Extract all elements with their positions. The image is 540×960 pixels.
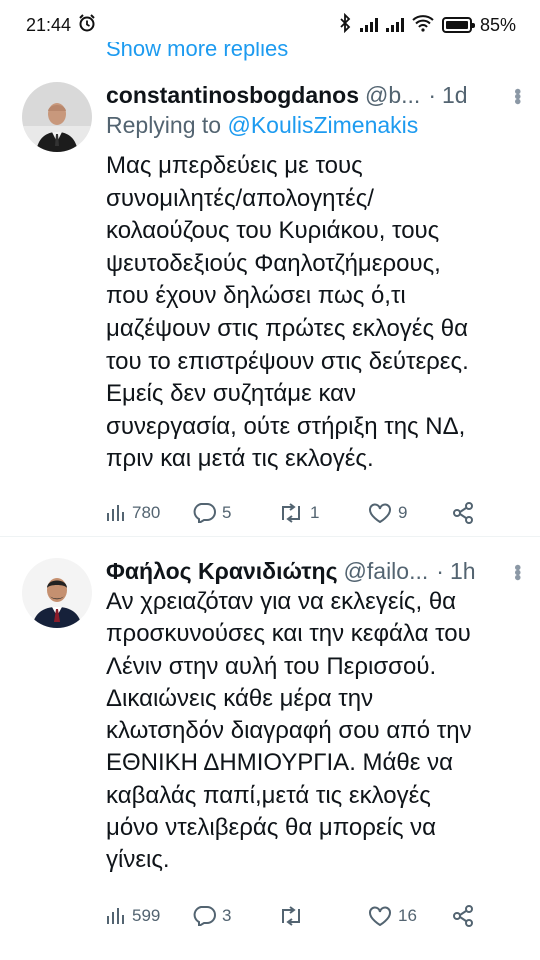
- tweet-text-line: κλωτσηδόν διαγραφή σου από την: [106, 717, 472, 745]
- views-button[interactable]: 599: [106, 906, 160, 926]
- like-count: 16: [398, 906, 417, 925]
- separator-dot: ·: [436, 557, 444, 584]
- retweet-icon: [282, 906, 300, 926]
- like-count: 9: [398, 503, 408, 522]
- share-button[interactable]: [452, 905, 474, 927]
- tweet-time[interactable]: 1h: [450, 558, 476, 585]
- retweet-button[interactable]: [278, 906, 310, 926]
- status-time: 21:44: [26, 14, 72, 35]
- reply-icon: [193, 503, 216, 523]
- like-button[interactable]: 16: [368, 906, 417, 926]
- tweet-text-line: προσκυνούσες και την κεφάλα του: [106, 620, 471, 648]
- reply-button[interactable]: 5: [192, 503, 231, 523]
- views-icon: [107, 505, 124, 521]
- alarm-icon: [77, 13, 97, 38]
- tweet-text-line: Μας μπερδεύεις με τους: [106, 152, 363, 179]
- author-handle[interactable]: @failo...: [344, 558, 429, 585]
- tweet-text-line: Λένιν στην αυλή του Περισσού.: [106, 652, 437, 680]
- views-icon: [107, 908, 124, 924]
- reply-icon: [193, 906, 216, 926]
- tweet-text-line: Εμείς δεν συζητάμε καν: [106, 380, 357, 408]
- tweet-text-line: μαζέψουν στις πρώτες εκλογές θα: [106, 314, 468, 342]
- avatar[interactable]: [22, 82, 92, 152]
- tweet-text-line: καβαλάς παπί,μετά τις εκλογές: [106, 781, 431, 809]
- tweet-text-line: συνομιλητές/απολογητές/: [106, 184, 374, 212]
- author-name[interactable]: Φαήλος Κρανιδιώτης: [106, 558, 338, 585]
- views-button[interactable]: 780: [106, 503, 160, 523]
- tweet-text-line: ψευτοδεξιούς Φαηλοτζήμερους,: [106, 249, 441, 277]
- views-count: 780: [132, 503, 161, 522]
- tweet-text-line: κολαούζους του Κυριάκου, τους: [106, 217, 440, 245]
- retweet-icon: [282, 503, 300, 523]
- bluetooth-icon: [338, 12, 352, 38]
- divider: [0, 536, 540, 537]
- share-icon: [453, 502, 473, 524]
- replying-prefix: Replying to: [106, 112, 228, 138]
- tweet-text-line: που έχουν δηλώσει πως ό,τι: [106, 282, 406, 310]
- battery-icon: [441, 17, 475, 33]
- tweet-text-line: Αν χρειαζόταν για να εκλεγείς, θα: [106, 588, 457, 615]
- tweet-header: Φαήλος Κρανιδιώτης @failo... · 1h •••: [106, 554, 528, 588]
- tweet[interactable]: Φαήλος Κρανιδιώτης @failo... · 1h ••• Αν…: [0, 540, 540, 960]
- tweet-text-line: Δικαιώνεις κάθε μέρα την: [106, 684, 374, 712]
- share-button[interactable]: [452, 502, 474, 524]
- tweet-text-line: πριν και μετά τις εκλογές.: [106, 445, 374, 473]
- tweet[interactable]: constantinosbogdanos @b... · 1d ••• Repl…: [0, 72, 540, 536]
- tweet-text-line: συνεργασία, ούτε στήριξη της ΝΔ,: [106, 412, 466, 440]
- more-options-icon[interactable]: •••: [505, 563, 528, 578]
- tweet-header: constantinosbogdanos @b... · 1d •••: [106, 78, 528, 112]
- author-handle[interactable]: @b...: [365, 82, 420, 109]
- author-name[interactable]: constantinosbogdanos: [106, 82, 359, 109]
- tweet-text-line: του το επιστρέψουν στις δεύτερες.: [106, 347, 469, 375]
- tweet-time[interactable]: 1d: [442, 82, 468, 109]
- tweet-actions: 780 5 1 9: [106, 496, 526, 530]
- tweet-actions: 599 3 16: [106, 899, 526, 933]
- wifi-icon: [412, 14, 434, 37]
- like-button[interactable]: 9: [368, 503, 407, 523]
- reply-count: 5: [222, 503, 232, 522]
- separator-dot: ·: [428, 81, 436, 108]
- retweet-count: 1: [310, 503, 320, 522]
- tweet-text-line: ΕΘΝΙΚΗ ΔΗΜΙΟΥΡΓΙΑ. Μάθε να: [106, 749, 453, 777]
- signal-icon: [359, 18, 378, 32]
- replying-to-label: Replying to @KoulisZimenakis: [106, 112, 418, 139]
- share-icon: [453, 905, 473, 927]
- reply-count: 3: [222, 906, 232, 925]
- tweet-text: Αν χρειαζόταν για να εκλεγείς, θα προσκυ…: [106, 586, 526, 877]
- heart-icon: [369, 503, 391, 523]
- tweet-text-line: γίνεις.: [106, 846, 170, 874]
- signal-icon: [385, 18, 404, 32]
- battery-level: 85%: [479, 14, 516, 35]
- replying-to-link[interactable]: @KoulisZimenakis: [227, 112, 418, 138]
- more-options-icon[interactable]: •••: [505, 87, 528, 102]
- views-count: 599: [132, 906, 161, 925]
- heart-icon: [369, 906, 391, 926]
- reply-button[interactable]: 3: [192, 906, 231, 926]
- tweet-text: Μας μπερδεύεις με τους συνομιλητές/απολο…: [106, 150, 526, 476]
- retweet-button[interactable]: 1: [278, 503, 319, 523]
- avatar[interactable]: [22, 558, 92, 628]
- tweet-text-line: μόνο ντελιβεράς θα μπορείς να: [106, 814, 437, 842]
